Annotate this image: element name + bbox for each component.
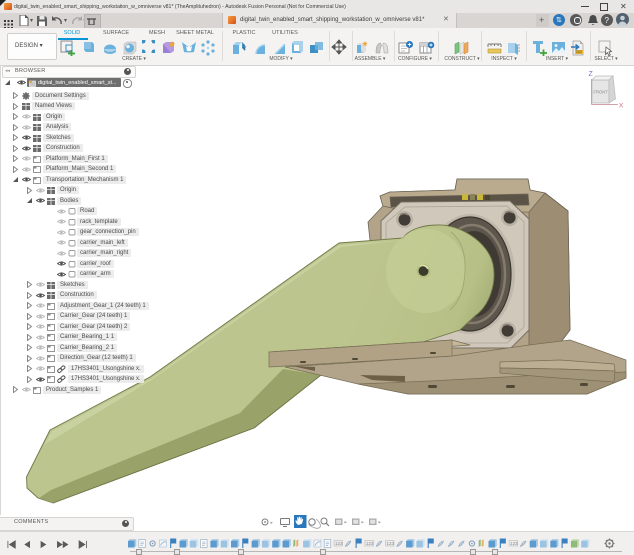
svg-text:FRONT: FRONT xyxy=(593,89,608,94)
svg-text:123: 123 xyxy=(510,541,518,546)
svg-text:123: 123 xyxy=(387,541,395,546)
svg-text:X: X xyxy=(619,103,624,110)
svg-text:Z: Z xyxy=(589,71,594,78)
svg-text:123: 123 xyxy=(335,541,343,546)
svg-text:123: 123 xyxy=(366,541,374,546)
